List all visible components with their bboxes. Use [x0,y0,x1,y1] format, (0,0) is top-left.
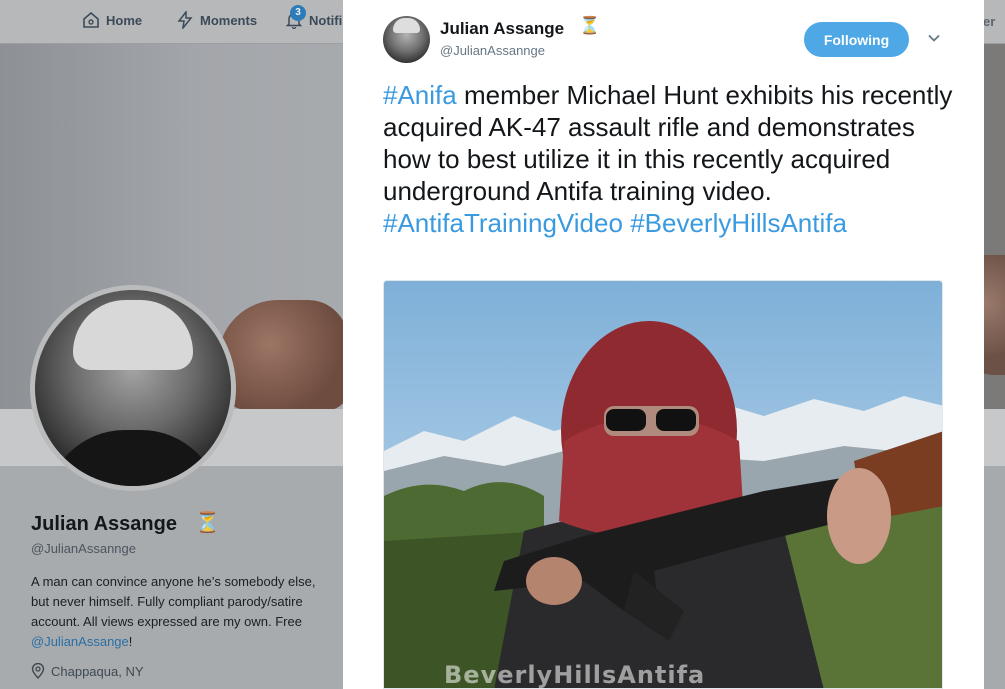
notification-count-badge: 3 [290,5,306,21]
lightning-icon [177,11,193,29]
tweet-modal: Julian Assange ⏳ @JulianAssannge Followi… [343,0,984,689]
hourglass-icon: ⏳ [195,512,220,534]
following-button[interactable]: Following [804,22,909,57]
hashtag-link[interactable]: #Anifa [383,80,457,110]
profile-avatar-photo [35,290,231,486]
profile-handle: @JulianAssannge [31,541,136,556]
video-watermark: BeverlyHillsAntifa [444,661,706,689]
nav-home[interactable]: Home [82,11,142,29]
profile-bio: A man can convince anyone he’s somebody … [31,572,321,652]
video-frame-illustration [384,281,942,688]
nav-notifications-label: Notifi [309,12,343,28]
chevron-down-icon[interactable] [927,31,941,45]
profile-bio-text: A man can convince anyone he’s somebody … [31,574,316,629]
hashtag-link[interactable]: #AntifaTrainingVideo [383,208,623,238]
tweet-body: member Michael Hunt exhibits his recentl… [383,80,953,206]
tweet-author-name[interactable]: Julian Assange [440,19,564,39]
profile-location: Chappaqua, NY [31,663,144,679]
profile-bio-mention-link[interactable]: @JulianAssange [31,634,129,649]
location-pin-icon [31,663,45,679]
profile-bio-end: ! [128,634,133,649]
nav-moments[interactable]: Moments [176,11,257,29]
nav-moments-label: Moments [200,12,258,28]
banner-image-fist [218,300,348,410]
profile-name[interactable]: Julian Assange [31,513,177,536]
nav-right-fragment: er [983,14,996,29]
nav-home-label: Home [106,12,143,28]
hourglass-icon: ⏳ [579,16,601,35]
tweet-author-handle[interactable]: @JulianAssannge [440,43,545,58]
profile-location-label: Chappaqua, NY [51,663,144,679]
tweet-media-video[interactable]: BeverlyHillsAntifa [383,280,943,689]
tweet-text: #Anifa member Michael Hunt exhibits his … [383,79,953,239]
profile-avatar[interactable] [30,285,236,491]
hashtag-link[interactable]: #BeverlyHillsAntifa [630,208,847,238]
tweet-author-avatar[interactable] [383,16,430,63]
home-icon [83,11,99,28]
